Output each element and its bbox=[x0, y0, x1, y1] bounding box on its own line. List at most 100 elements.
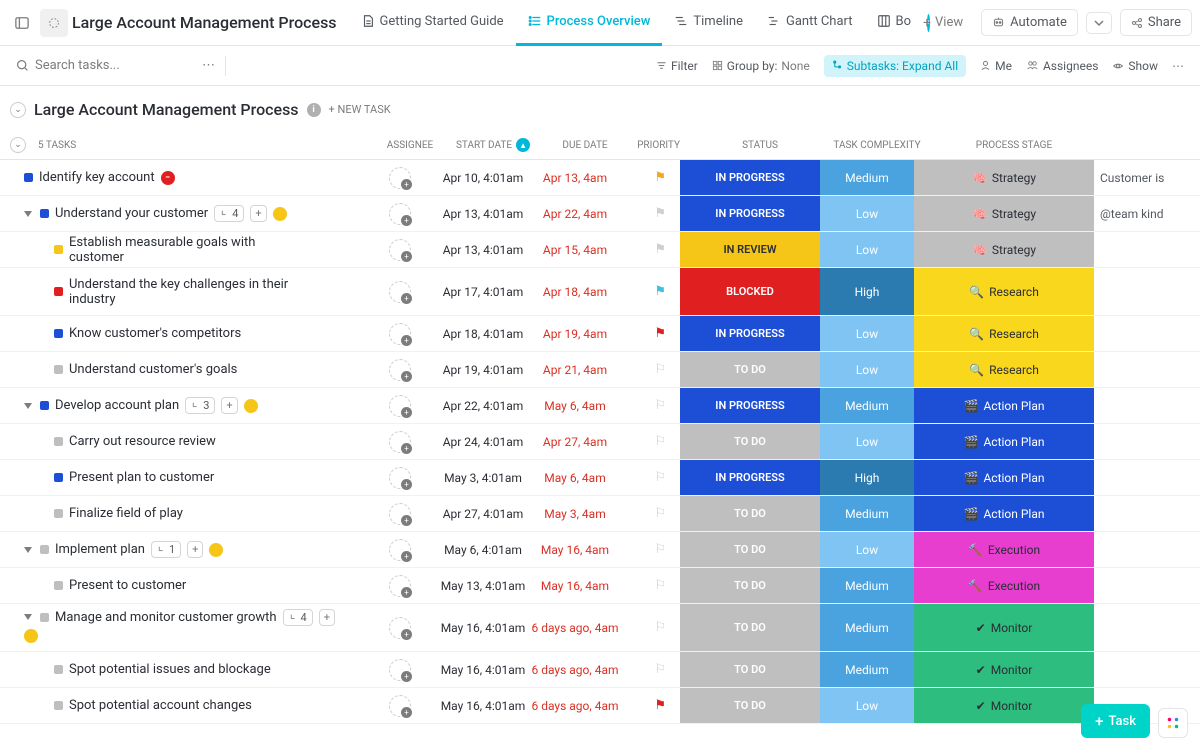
start-date-cell[interactable]: May 16, 4:01am bbox=[436, 688, 530, 723]
complexity-cell[interactable]: Medium bbox=[820, 652, 914, 687]
due-date-cell[interactable]: Apr 22, 4am bbox=[530, 196, 620, 231]
task-name-cell[interactable]: Identify key account− bbox=[0, 160, 364, 195]
complexity-cell[interactable]: Medium bbox=[820, 388, 914, 423]
assignee-cell[interactable] bbox=[364, 352, 436, 387]
due-date-cell[interactable]: 6 days ago, 4am bbox=[530, 604, 620, 651]
assignee-cell[interactable] bbox=[364, 688, 436, 723]
task-name-cell[interactable]: Finalize field of play bbox=[0, 496, 364, 531]
status-cell[interactable]: IN PROGRESS bbox=[680, 160, 820, 195]
col-start-date[interactable]: START DATE ▲ bbox=[446, 138, 540, 152]
automate-button[interactable]: Automate bbox=[981, 9, 1078, 36]
status-cell[interactable]: IN PROGRESS bbox=[680, 316, 820, 351]
assignee-cell[interactable] bbox=[364, 388, 436, 423]
task-name-cell[interactable]: Understand the key challenges in their i… bbox=[0, 268, 364, 315]
start-date-cell[interactable]: Apr 13, 4:01am bbox=[436, 232, 530, 267]
task-row[interactable]: Finalize field of play Apr 27, 4:01am Ma… bbox=[0, 496, 1200, 532]
col-status[interactable]: STATUS bbox=[690, 140, 830, 151]
task-row[interactable]: Understand the key challenges in their i… bbox=[0, 268, 1200, 316]
col-assignee[interactable]: ASSIGNEE bbox=[374, 140, 446, 151]
task-name-cell[interactable]: Spot potential account changes bbox=[0, 688, 364, 723]
new-task-button[interactable]: + NEW TASK bbox=[329, 103, 391, 116]
sidebar-toggle-icon[interactable] bbox=[8, 9, 36, 37]
assignee-cell[interactable] bbox=[364, 196, 436, 231]
assignee-cell[interactable] bbox=[364, 604, 436, 651]
task-row[interactable]: Spot potential account changes May 16, 4… bbox=[0, 688, 1200, 724]
col-complexity[interactable]: TASK COMPLEXITY bbox=[830, 140, 924, 151]
assignee-cell[interactable] bbox=[364, 568, 436, 603]
add-subtask-button[interactable]: + bbox=[250, 205, 266, 222]
stage-cell[interactable]: 🔍Research bbox=[914, 352, 1094, 387]
task-row[interactable]: Implement plan1+ May 6, 4:01am May 16, 4… bbox=[0, 532, 1200, 568]
priority-cell[interactable]: ⚐ bbox=[620, 604, 680, 651]
collapse-icon[interactable]: ⌄ bbox=[10, 102, 26, 118]
show-button[interactable]: Show bbox=[1112, 59, 1158, 73]
status-cell[interactable]: TO DO bbox=[680, 532, 820, 567]
status-cell[interactable]: TO DO bbox=[680, 604, 820, 651]
due-date-cell[interactable]: Apr 15, 4am bbox=[530, 232, 620, 267]
complexity-cell[interactable]: High bbox=[820, 268, 914, 315]
stage-cell[interactable]: 🎬Action Plan bbox=[914, 460, 1094, 495]
stage-cell[interactable]: ✔Monitor bbox=[914, 688, 1094, 723]
due-date-cell[interactable]: May 6, 4am bbox=[530, 460, 620, 495]
apps-fab[interactable] bbox=[1158, 708, 1188, 738]
task-row[interactable]: Spot potential issues and blockage May 1… bbox=[0, 652, 1200, 688]
tab-timeline[interactable]: Timeline bbox=[662, 0, 755, 46]
complexity-cell[interactable]: Medium bbox=[820, 604, 914, 651]
priority-cell[interactable]: ⚐ bbox=[620, 496, 680, 531]
stage-cell[interactable]: 🔍Research bbox=[914, 316, 1094, 351]
status-cell[interactable]: TO DO bbox=[680, 424, 820, 459]
complexity-cell[interactable]: Medium bbox=[820, 568, 914, 603]
start-date-cell[interactable]: May 6, 4:01am bbox=[436, 532, 530, 567]
subtask-count-badge[interactable]: 1 bbox=[151, 541, 181, 558]
list-icon[interactable] bbox=[40, 9, 68, 37]
start-date-cell[interactable]: May 13, 4:01am bbox=[436, 568, 530, 603]
start-date-cell[interactable]: Apr 17, 4:01am bbox=[436, 268, 530, 315]
stage-cell[interactable]: 🔨Execution bbox=[914, 568, 1094, 603]
task-row[interactable]: Know customer's competitors Apr 18, 4:01… bbox=[0, 316, 1200, 352]
start-date-cell[interactable]: May 3, 4:01am bbox=[436, 460, 530, 495]
due-date-cell[interactable]: Apr 27, 4am bbox=[530, 424, 620, 459]
assignee-cell[interactable] bbox=[364, 532, 436, 567]
task-name-cell[interactable]: Present to customer bbox=[0, 568, 364, 603]
start-date-cell[interactable]: Apr 24, 4:01am bbox=[436, 424, 530, 459]
task-row[interactable]: Establish measurable goals with customer… bbox=[0, 232, 1200, 268]
tab-bo[interactable]: Bo bbox=[865, 0, 924, 46]
task-row[interactable]: Present to customer May 13, 4:01am May 1… bbox=[0, 568, 1200, 604]
add-subtask-button[interactable]: + bbox=[221, 397, 237, 414]
stage-cell[interactable]: ✔Monitor bbox=[914, 604, 1094, 651]
start-date-cell[interactable]: Apr 10, 4:01am bbox=[436, 160, 530, 195]
start-date-cell[interactable]: Apr 13, 4:01am bbox=[436, 196, 530, 231]
complexity-cell[interactable]: Low bbox=[820, 424, 914, 459]
assignee-cell[interactable] bbox=[364, 268, 436, 315]
complexity-cell[interactable]: Low bbox=[820, 232, 914, 267]
task-name-cell[interactable]: Establish measurable goals with customer bbox=[0, 232, 364, 267]
col-stage[interactable]: PROCESS STAGE bbox=[924, 140, 1104, 151]
priority-cell[interactable]: ⚑ bbox=[620, 196, 680, 231]
due-date-cell[interactable]: 6 days ago, 4am bbox=[530, 688, 620, 723]
due-date-cell[interactable]: Apr 21, 4am bbox=[530, 352, 620, 387]
new-task-fab[interactable]: +Task bbox=[1081, 704, 1150, 738]
more-icon[interactable]: ⋯ bbox=[202, 58, 215, 73]
complexity-cell[interactable]: Medium bbox=[820, 160, 914, 195]
col-priority[interactable]: PRIORITY bbox=[630, 140, 690, 151]
priority-cell[interactable]: ⚑ bbox=[620, 232, 680, 267]
complexity-cell[interactable]: Low bbox=[820, 532, 914, 567]
expand-icon[interactable] bbox=[24, 211, 32, 217]
status-cell[interactable]: IN PROGRESS bbox=[680, 196, 820, 231]
complexity-cell[interactable]: High bbox=[820, 460, 914, 495]
stage-cell[interactable]: 🧠Strategy bbox=[914, 160, 1094, 195]
overflow-icon[interactable]: ⋯ bbox=[1172, 59, 1184, 73]
tab-gantt-chart[interactable]: Gantt Chart bbox=[755, 0, 865, 46]
priority-cell[interactable]: ⚐ bbox=[620, 568, 680, 603]
expand-icon[interactable] bbox=[24, 547, 32, 553]
status-cell[interactable]: TO DO bbox=[680, 496, 820, 531]
status-cell[interactable]: BLOCKED bbox=[680, 268, 820, 315]
priority-cell[interactable]: ⚑ bbox=[620, 316, 680, 351]
assignee-cell[interactable] bbox=[364, 496, 436, 531]
status-cell[interactable]: IN REVIEW bbox=[680, 232, 820, 267]
priority-cell[interactable]: ⚑ bbox=[620, 160, 680, 195]
complexity-cell[interactable]: Low bbox=[820, 352, 914, 387]
stage-cell[interactable]: 🧠Strategy bbox=[914, 196, 1094, 231]
assignee-cell[interactable] bbox=[364, 424, 436, 459]
status-cell[interactable]: TO DO bbox=[680, 568, 820, 603]
